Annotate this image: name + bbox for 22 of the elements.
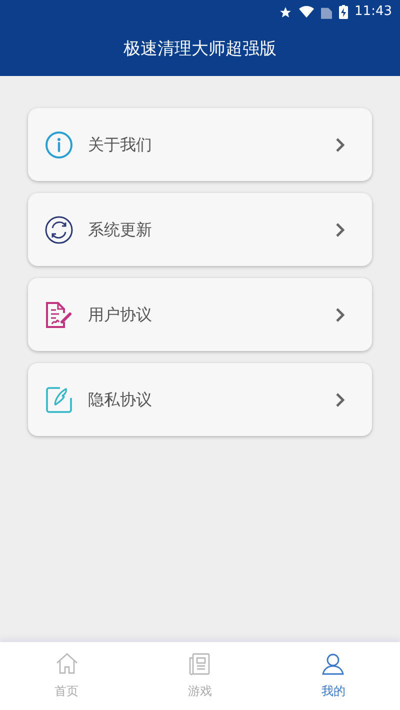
star-icon	[278, 6, 292, 18]
chevron-right-icon	[334, 136, 346, 154]
status-time: 11:43	[354, 3, 392, 22]
sync-icon	[44, 214, 74, 244]
info-icon	[44, 130, 74, 160]
menu-item[interactable]: 用户协议	[28, 278, 372, 351]
edit-note-icon	[44, 384, 74, 414]
menu-item[interactable]: 关于我们	[28, 108, 372, 181]
wifi-icon	[298, 6, 314, 18]
chevron-right-icon	[334, 390, 346, 408]
no-sim-icon	[320, 6, 332, 18]
menu-item[interactable]: 系统更新	[28, 193, 372, 266]
chevron-right-icon	[334, 220, 346, 238]
battery-charging-icon	[338, 5, 348, 19]
signed-document-icon	[44, 300, 74, 330]
user-icon	[321, 652, 346, 676]
nav-tab[interactable]: 我的	[266, 642, 400, 710]
chevron-right-icon	[334, 306, 346, 324]
header-title: 极速清理大师超强版	[124, 38, 276, 62]
newspaper-icon	[188, 652, 212, 676]
home-icon	[54, 652, 79, 676]
menu-item[interactable]: 隐私协议	[28, 363, 372, 436]
